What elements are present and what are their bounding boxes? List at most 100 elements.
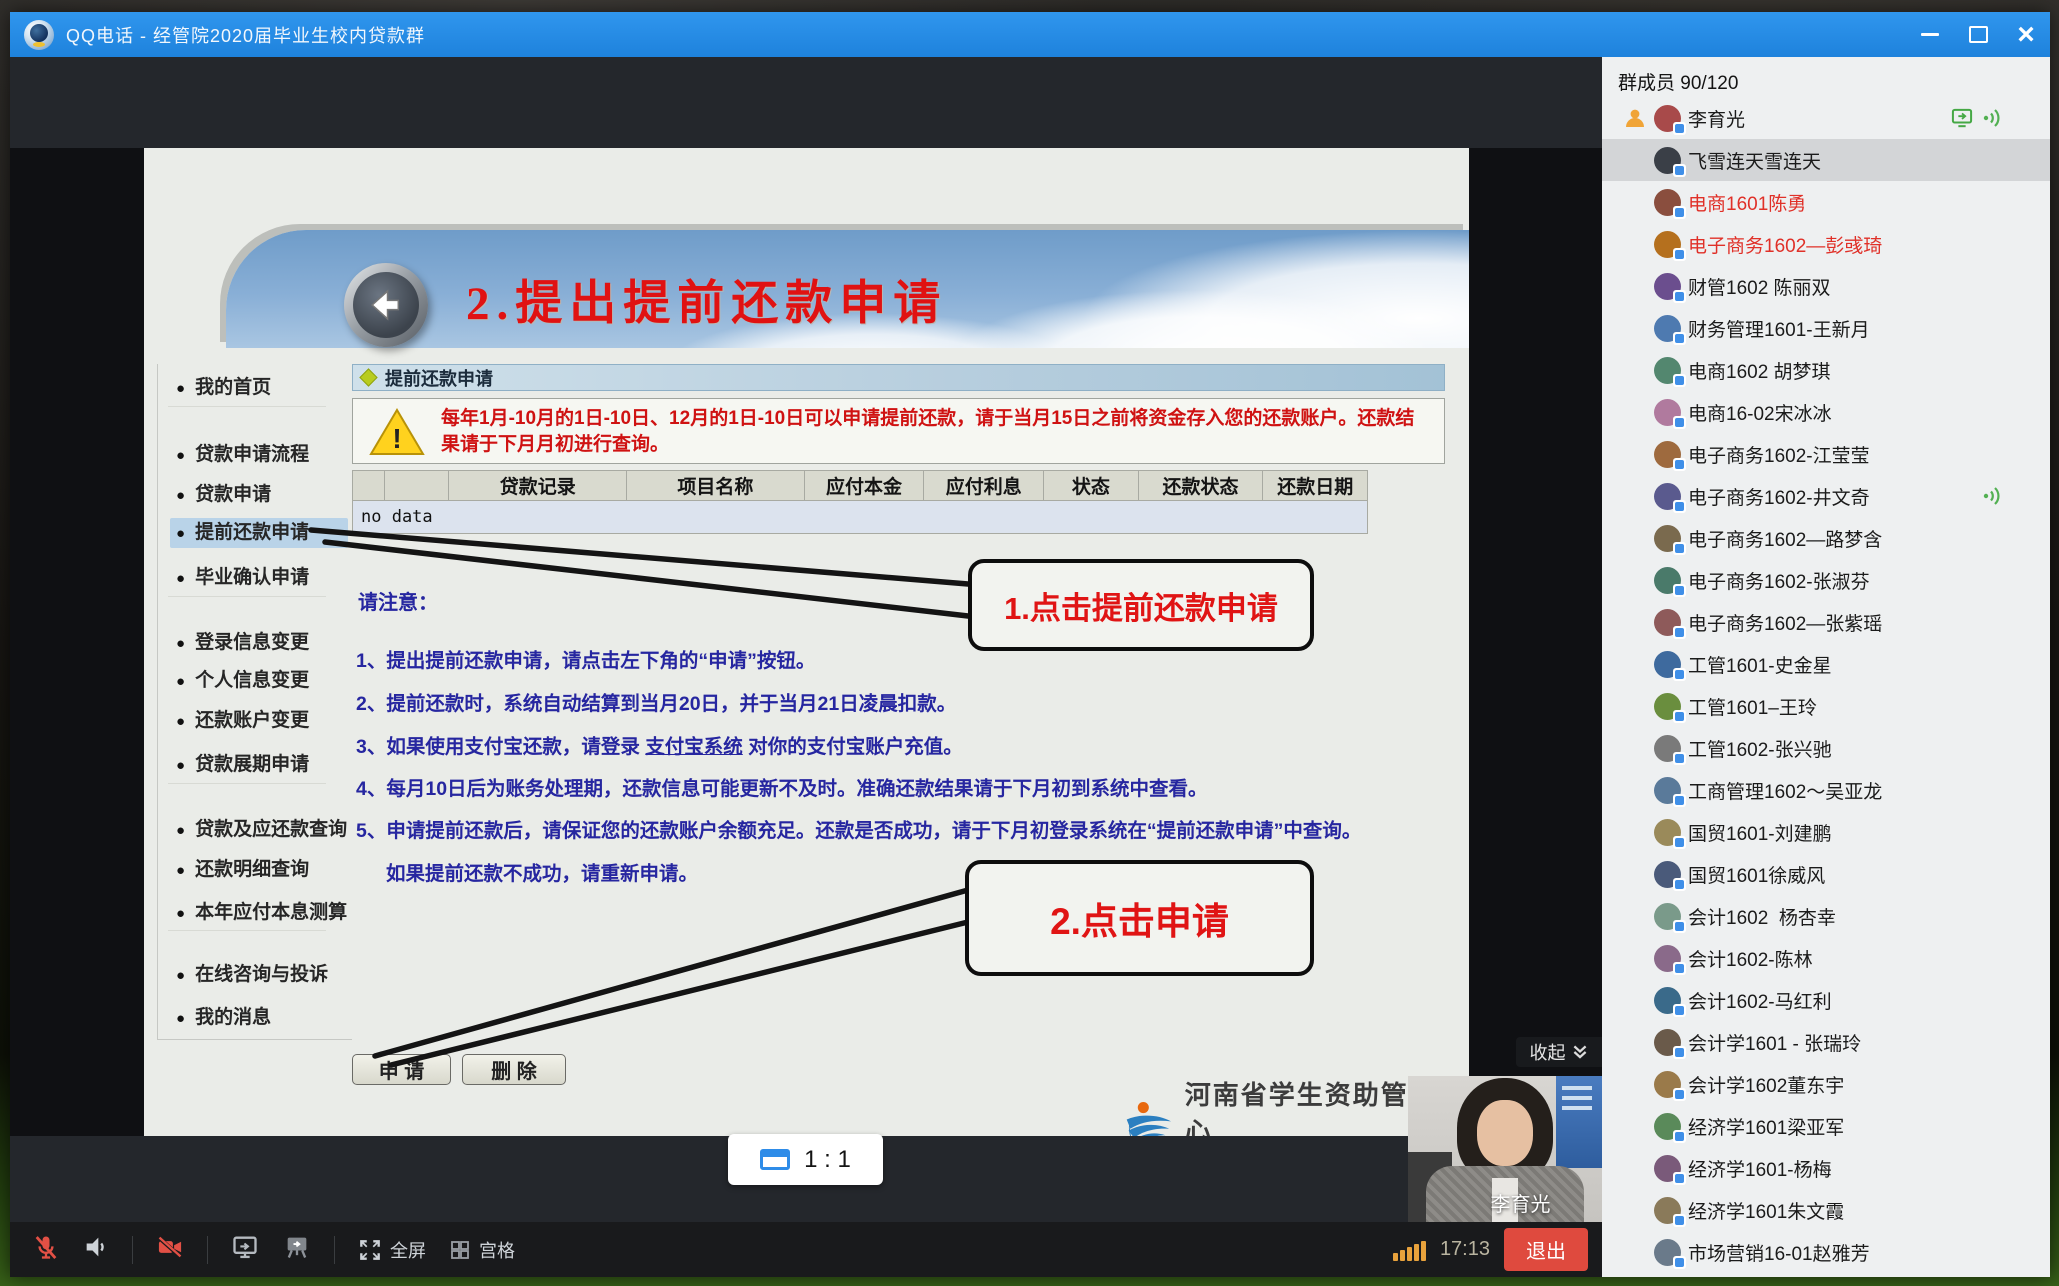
member-name: 会计1602-马红利 — [1688, 987, 1832, 1014]
avatar — [1654, 525, 1681, 552]
member-row[interactable]: 工商管理1602～吴亚龙 — [1602, 769, 2050, 811]
bullet-icon: ● — [176, 862, 185, 879]
member-row[interactable]: 电商1602 胡梦琪 — [1602, 349, 2050, 391]
member-row[interactable]: 飞雪连天雪连天 — [1602, 139, 2050, 181]
member-row[interactable]: 电子商务1602—路梦含 — [1602, 517, 2050, 559]
member-row[interactable]: 市场营销16-01赵雅芳 — [1602, 1231, 2050, 1273]
exit-call-button[interactable]: 退出 — [1504, 1228, 1588, 1271]
fullscreen-button[interactable]: 全屏 — [357, 1237, 426, 1263]
member-row[interactable]: 电子商务1602-张淑芬 — [1602, 559, 2050, 601]
member-row[interactable]: 财务管理1601-王新月 — [1602, 307, 2050, 349]
collapse-button[interactable]: 收起 — [1516, 1037, 1602, 1067]
sidebar-item: ●贷款展期申请 — [170, 750, 348, 780]
speaker-button[interactable] — [82, 1233, 110, 1266]
member-row[interactable]: 经济学1601-杨梅 — [1602, 1147, 2050, 1189]
presentation-button[interactable] — [282, 1233, 312, 1266]
member-name: 电商16-02宋冰冰 — [1688, 399, 1832, 426]
mobile-online-badge — [1673, 248, 1686, 261]
member-row[interactable]: 会计1602-陈林 — [1602, 937, 2050, 979]
member-row[interactable]: 电子商务1602—彭彧琦 — [1602, 223, 2050, 265]
apply-button: 申 请 — [352, 1054, 451, 1085]
close-button[interactable]: × — [2002, 12, 2050, 57]
speaking-icon — [1982, 485, 2004, 507]
member-row[interactable]: 电子商务1602—张紫瑶 — [1602, 601, 2050, 643]
avatar — [1654, 1197, 1681, 1224]
table-header-cell: 还款状态 — [1138, 471, 1263, 501]
webcam-face-shape — [1477, 1100, 1533, 1166]
grid-view-button[interactable]: 宫格 — [448, 1237, 515, 1263]
mic-muted-button[interactable] — [32, 1233, 60, 1266]
sidebar-item: ●还款账户变更 — [170, 706, 348, 736]
mobile-online-badge — [1673, 1088, 1686, 1101]
bullet-icon: ● — [176, 570, 185, 587]
sidebar-item: ●登录信息变更 — [170, 628, 348, 658]
member-row[interactable]: 工管1601–王玲 — [1602, 685, 2050, 727]
camera-off-button[interactable] — [155, 1233, 185, 1266]
mobile-online-badge — [1673, 1046, 1686, 1059]
mobile-online-badge — [1673, 626, 1686, 639]
member-row[interactable]: 会计学1602董东宇 — [1602, 1063, 2050, 1105]
mobile-online-badge — [1673, 500, 1686, 513]
sidebar-item: ●本年应付本息测算 — [170, 898, 348, 928]
member-row[interactable]: 会计1602-马红利 — [1602, 979, 2050, 1021]
member-row[interactable]: 电商16-02宋冰冰 — [1602, 391, 2050, 433]
ratio-label: 1 : 1 — [804, 1146, 851, 1174]
member-row[interactable]: 工管1602-张兴驰 — [1602, 727, 2050, 769]
bullet-icon: ● — [176, 967, 185, 984]
presenter-webcam[interactable]: 李育光 — [1408, 1076, 1602, 1222]
webcam-background — [1556, 1076, 1602, 1168]
share-screen-button[interactable] — [230, 1233, 260, 1266]
member-row[interactable]: 财管1602 陈丽双 — [1602, 265, 2050, 307]
alipay-link: 支付宝系统 — [645, 736, 743, 758]
titlebar: QQ电话 - 经管院2020届毕业生校内贷款群 × — [10, 12, 2050, 57]
mobile-online-badge — [1673, 164, 1686, 177]
member-row[interactable]: 电商1601陈勇 — [1602, 181, 2050, 223]
member-row[interactable]: 李育光 — [1602, 97, 2050, 139]
sidebar-item: ●在线咨询与投诉 — [170, 960, 348, 990]
mobile-online-badge — [1673, 836, 1686, 849]
screen-ratio-icon — [760, 1149, 790, 1170]
table-header-cell: 项目名称 — [627, 471, 805, 501]
member-list: 李育光飞雪连天雪连天电商1601陈勇电子商务1602—彭彧琦财管1602 陈丽双… — [1602, 97, 2050, 1273]
member-name: 电子商务1602—彭彧琦 — [1688, 231, 1882, 258]
member-row[interactable]: 经济学1601梁亚军 — [1602, 1105, 2050, 1147]
mobile-online-badge — [1673, 668, 1686, 681]
minimize-icon — [1921, 33, 1939, 36]
member-row[interactable]: 国贸1601-刘建鹏 — [1602, 811, 2050, 853]
avatar — [1654, 357, 1681, 384]
speaking-icon — [1982, 107, 2004, 129]
member-name: 国贸1601-刘建鹏 — [1688, 819, 1832, 846]
member-row[interactable]: 电子商务1602-江莹莹 — [1602, 433, 2050, 475]
member-row[interactable]: 会计学1601 - 张瑞玲 — [1602, 1021, 2050, 1063]
menu-divider — [168, 930, 326, 931]
member-row[interactable]: 电子商务1602-井文奇 — [1602, 475, 2050, 517]
member-row[interactable]: 工管1601-史金星 — [1602, 643, 2050, 685]
mobile-online-badge — [1673, 962, 1686, 975]
member-name: 国贸1601徐威风 — [1688, 861, 1825, 888]
warning-icon: ! — [369, 408, 425, 456]
avatar — [1654, 1113, 1681, 1140]
avatar — [1654, 189, 1681, 216]
callout-2: 2.点击申请 — [965, 860, 1314, 976]
sidebar-item: ●提前还款申请 — [170, 518, 348, 548]
qq-call-window: QQ电话 - 经管院2020届毕业生校内贷款群 × 2.提出提前还款申请 — [10, 12, 2050, 1277]
member-row[interactable]: 经济学1601朱文霞 — [1602, 1189, 2050, 1231]
table-header-cell — [353, 471, 385, 501]
bullet-icon: ● — [176, 757, 185, 774]
aspect-ratio-pill[interactable]: 1 : 1 — [728, 1134, 883, 1185]
call-duration: 17:13 — [1440, 1238, 1490, 1261]
avatar — [1654, 231, 1681, 258]
maximize-button[interactable] — [1954, 12, 2002, 57]
diamond-icon — [359, 368, 377, 386]
mobile-online-badge — [1673, 122, 1686, 135]
bullet-icon: ● — [176, 1010, 185, 1027]
avatar — [1654, 903, 1681, 930]
mobile-online-badge — [1673, 920, 1686, 933]
avatar — [1654, 147, 1681, 174]
menu-divider — [168, 783, 326, 784]
member-row[interactable]: 国贸1601徐威风 — [1602, 853, 2050, 895]
window-title: QQ电话 - 经管院2020届毕业生校内贷款群 — [66, 22, 425, 48]
mobile-online-badge — [1673, 332, 1686, 345]
minimize-button[interactable] — [1906, 12, 1954, 57]
member-row[interactable]: 会计1602 杨杏幸 — [1602, 895, 2050, 937]
